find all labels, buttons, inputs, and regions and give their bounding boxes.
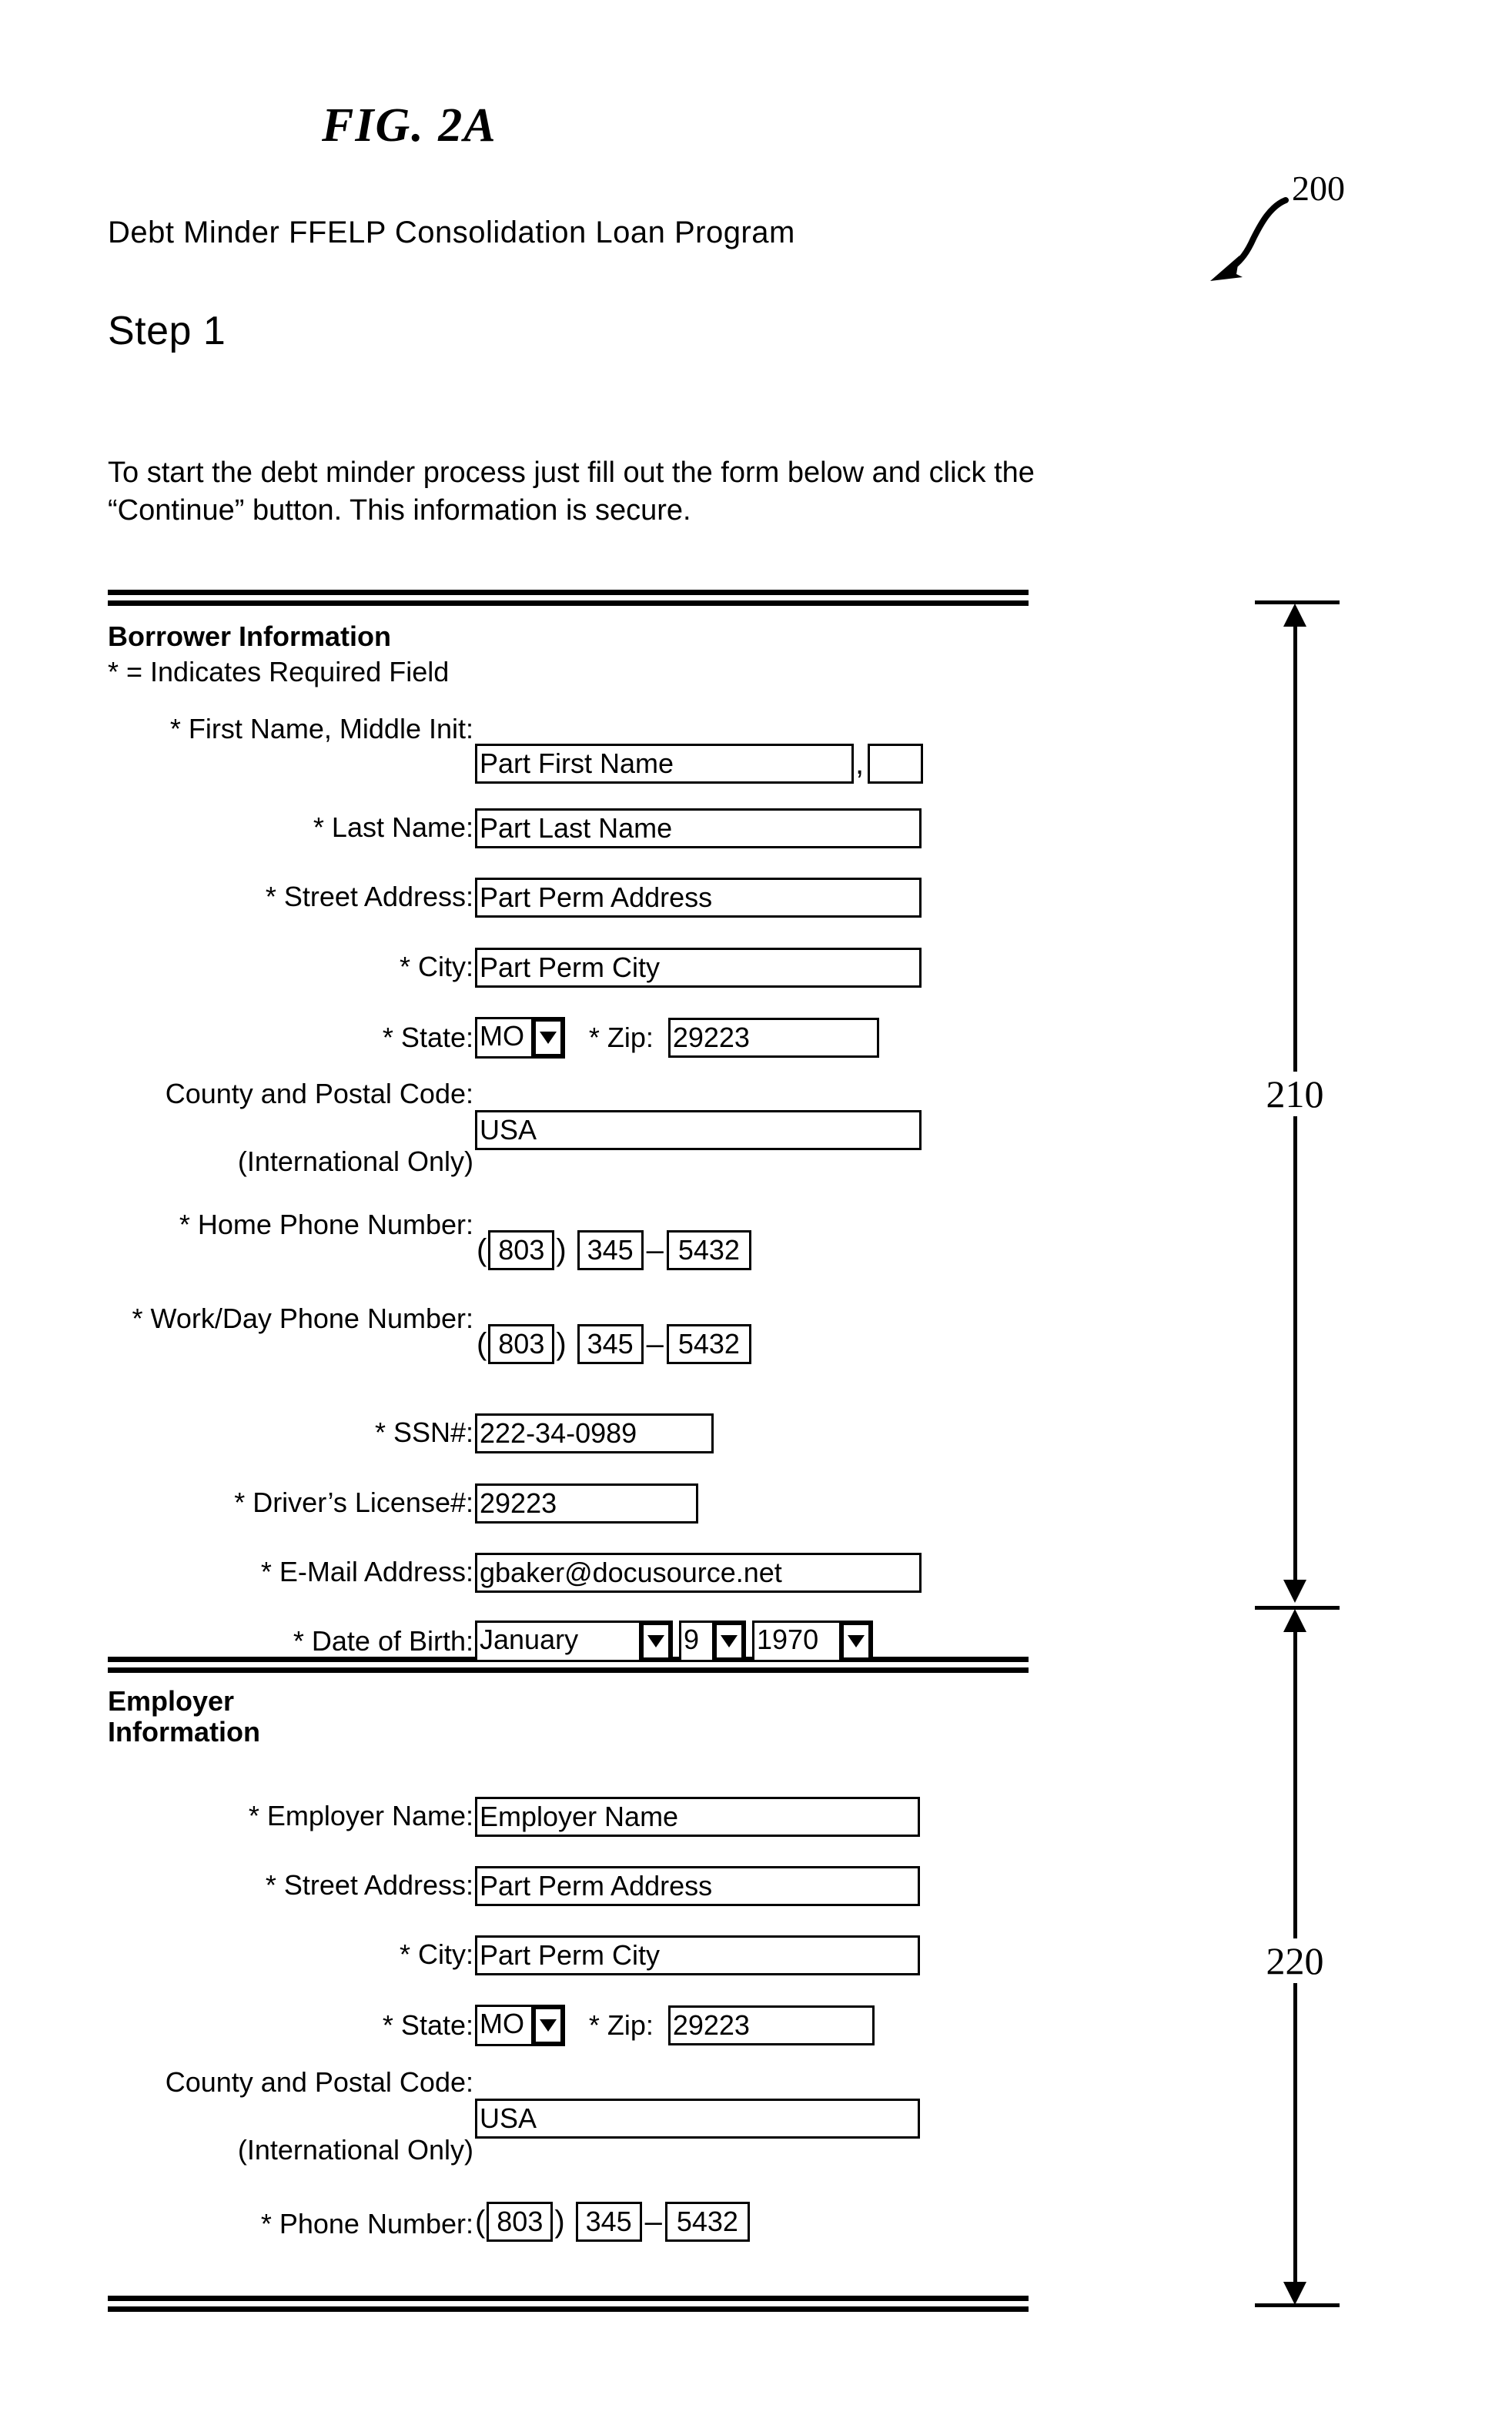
dob-month-value: January [477,1623,639,1660]
name-separator-comma: , [855,746,865,781]
intro-paragraph: To start the debt minder process just fi… [108,454,1340,529]
figure-title: FIG. 2A [322,99,497,152]
zip-label: * Zip: [588,1022,654,1053]
employer-name-label: * Employer Name: [248,1800,473,1831]
zip-input[interactable]: 29223 [667,1018,879,1058]
home-phone-prefix-input[interactable]: 345 [577,1230,644,1271]
employer-street-input[interactable]: Part Perm Address [475,1866,920,1906]
work-phone-line-input[interactable]: 5432 [666,1324,751,1365]
employer-phone-dash: – [644,2205,662,2239]
chevron-down-icon[interactable] [534,2007,563,2044]
work-phone-prefix-input[interactable]: 345 [577,1324,644,1365]
employer-state-select-value: MO [477,2007,531,2044]
employer-section-title-line1: Employer [108,1685,235,1717]
first-name-input[interactable]: Part First Name [475,744,854,784]
dimension-220-bottom-tick [1255,2303,1340,2307]
chevron-down-icon[interactable] [641,1623,671,1660]
chevron-down-icon[interactable] [714,1623,744,1660]
dob-day-select[interactable]: 9 [679,1621,746,1662]
middle-initial-input[interactable] [868,744,924,784]
ssn-input[interactable]: 222-34-0989 [475,1413,714,1453]
home-phone-label: * Home Phone Number: [179,1209,473,1240]
drivers-license-label: * Driver’s License#: [234,1487,473,1518]
drivers-license-input[interactable]: 29223 [475,1483,698,1524]
state-select-value: MO [477,1019,531,1056]
callout-200: 200 [1162,162,1486,331]
email-input[interactable]: gbaker@docusource.net [475,1553,922,1593]
employer-phone-close-paren: ) [554,2205,565,2239]
home-phone-line-input[interactable]: 5432 [666,1230,751,1271]
county-postal-note: (International Only) [237,1146,473,1177]
chevron-down-icon[interactable] [534,1019,563,1056]
home-phone-dash: – [646,1233,664,1268]
employer-county-postal-label: County and Postal Code: [165,2066,473,2098]
employer-city-label: * City: [399,1938,473,1970]
dimension-210-label: 210 [1246,1072,1344,1116]
city-label: * City: [399,951,473,982]
employer-zip-input[interactable]: 29223 [667,2005,875,2045]
state-label: * State: [382,1022,473,1053]
employer-county-postal-input[interactable]: USA [475,2099,920,2139]
chevron-down-icon[interactable] [841,1623,871,1660]
work-phone-area-input[interactable]: 803 [488,1324,555,1365]
street-address-input[interactable]: Part Perm Address [475,878,922,918]
employer-section-title-line2: Information [108,1716,260,1748]
home-phone-open-paren: ( [477,1233,487,1268]
employer-name-input[interactable]: Employer Name [475,1797,920,1837]
required-field-note: * = Indicates Required Field [108,656,450,687]
employer-phone-prefix-input[interactable]: 345 [575,2202,642,2243]
intro-line-2: “Continue” button. This information is s… [108,493,691,527]
employer-city-input[interactable]: Part Perm City [475,1935,920,1975]
home-phone-area-input[interactable]: 803 [488,1230,555,1271]
dimension-210-bottom-arrowhead [1283,1580,1306,1603]
employer-phone-line-input[interactable]: 5432 [664,2202,750,2243]
email-label: * E-Mail Address: [260,1556,473,1587]
last-name-label: * Last Name: [313,811,473,843]
employer-county-postal-note: (International Only) [237,2134,473,2166]
street-address-label: * Street Address: [265,881,473,912]
dimension-220-label: 220 [1246,1938,1344,1983]
employer-phone-area-input[interactable]: 803 [487,2202,554,2243]
work-phone-close-paren: ) [556,1327,567,1362]
home-phone-close-paren: ) [556,1233,567,1268]
dob-year-value: 1970 [754,1623,839,1660]
city-input[interactable]: Part Perm City [475,948,922,988]
state-select[interactable]: MO [475,1017,565,1059]
callout-200-label: 200 [1292,169,1345,208]
dob-month-select[interactable]: January [475,1621,673,1662]
employer-state-select[interactable]: MO [475,2005,565,2046]
employer-section-title: Employer Information [108,1685,260,1748]
first-name-label: * First Name, Middle Init: [169,713,473,744]
rule-bottom [108,2296,1029,2314]
last-name-input[interactable]: Part Last Name [475,808,922,848]
dob-day-value: 9 [681,1623,712,1660]
employer-phone-label: * Phone Number: [260,2208,473,2239]
dimension-220-bottom-arrowhead [1283,2282,1306,2305]
county-postal-label: County and Postal Code: [165,1078,473,1109]
ssn-label: * SSN#: [374,1417,473,1448]
borrower-section-title: Borrower Information [108,620,392,652]
dob-year-select[interactable]: 1970 [752,1621,873,1662]
work-phone-dash: – [646,1327,664,1362]
work-phone-open-paren: ( [477,1327,487,1362]
rule-top [108,590,1029,608]
intro-line-1: To start the debt minder process just fi… [108,457,1035,489]
county-postal-input[interactable]: USA [475,1110,922,1150]
date-of-birth-label: * Date of Birth: [293,1625,473,1657]
employer-street-label: * Street Address: [265,1869,473,1901]
employer-phone-open-paren: ( [475,2205,486,2239]
employer-zip-label: * Zip: [588,2009,654,2041]
employer-state-label: * State: [382,2009,473,2041]
step-label: Step 1 [108,309,226,353]
program-title: Debt Minder FFELP Consolidation Loan Pro… [108,216,795,249]
work-phone-label: * Work/Day Phone Number: [132,1303,473,1334]
